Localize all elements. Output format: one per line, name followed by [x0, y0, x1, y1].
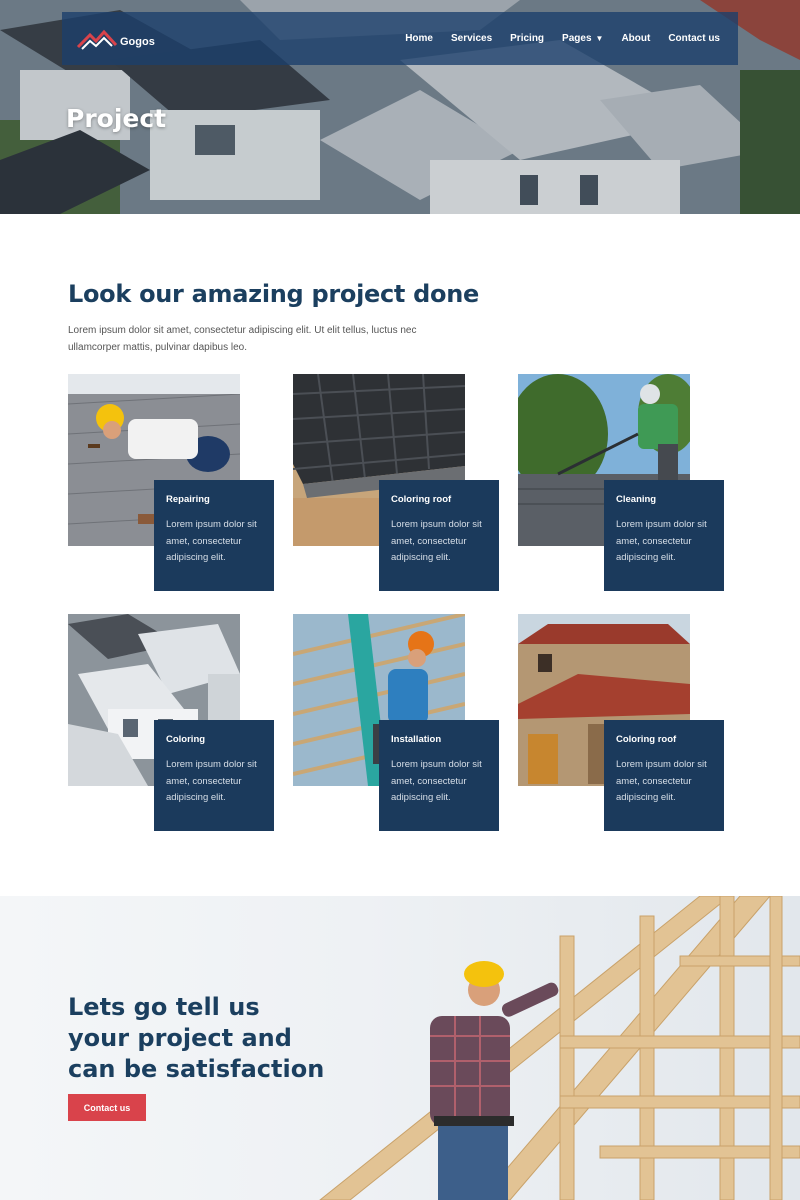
project-title: Repairing	[166, 494, 210, 505]
contact-us-button[interactable]: Contact us	[68, 1094, 146, 1121]
nav-item-pages-label: Pages	[562, 33, 592, 44]
chevron-down-icon: ▼	[595, 34, 604, 43]
projects-heading: Look our amazing project done	[68, 280, 479, 308]
nav-item-services[interactable]: Services	[451, 33, 492, 44]
project-text: Lorem ipsum dolor sit amet, consectetur …	[391, 519, 482, 563]
project-caption: Coloring roof Lorem ipsum dolor sit amet…	[379, 480, 499, 591]
project-caption: Coloring Lorem ipsum dolor sit amet, con…	[154, 720, 274, 831]
nav-item-pages[interactable]: Pages ▼	[562, 33, 603, 44]
project-card[interactable]: Installation Lorem ipsum dolor sit amet,…	[293, 614, 525, 832]
project-title: Cleaning	[616, 494, 657, 505]
project-card[interactable]: Coloring Lorem ipsum dolor sit amet, con…	[68, 614, 300, 832]
project-title: Coloring roof	[616, 734, 677, 745]
nav-item-home[interactable]: Home	[405, 33, 433, 44]
nav-item-about[interactable]: About	[621, 33, 650, 44]
projects-description: Lorem ipsum dolor sit amet, consectetur …	[68, 325, 417, 353]
logo[interactable]: Gogos	[76, 27, 155, 51]
project-title: Installation	[391, 734, 442, 745]
cta-section: Lets go tell us your project and can be …	[0, 896, 800, 1200]
main-navigation: Gogos Home Services Pricing Pages ▼ About…	[62, 12, 738, 65]
project-text: Lorem ipsum dolor sit amet, consectetur …	[391, 759, 482, 803]
roof-logo-icon	[76, 29, 118, 50]
project-card[interactable]: Coloring roof Lorem ipsum dolor sit amet…	[518, 614, 750, 832]
project-text: Lorem ipsum dolor sit amet, consectetur …	[166, 519, 257, 563]
project-text: Lorem ipsum dolor sit amet, consectetur …	[166, 759, 257, 803]
nav-item-contact[interactable]: Contact us	[668, 33, 720, 44]
hero-banner: Gogos Home Services Pricing Pages ▼ About…	[0, 0, 800, 214]
project-text: Lorem ipsum dolor sit amet, consectetur …	[616, 519, 707, 563]
cta-heading: Lets go tell us your project and can be …	[68, 993, 325, 1083]
project-card[interactable]: Repairing Lorem ipsum dolor sit amet, co…	[68, 374, 300, 592]
project-title: Coloring roof	[391, 494, 452, 505]
project-caption: Installation Lorem ipsum dolor sit amet,…	[379, 720, 499, 831]
logo-text: Gogos	[120, 35, 155, 48]
project-caption: Repairing Lorem ipsum dolor sit amet, co…	[154, 480, 274, 591]
nav-menu: Home Services Pricing Pages ▼ About Conta…	[405, 33, 720, 44]
project-title: Coloring	[166, 734, 206, 745]
project-card[interactable]: Cleaning Lorem ipsum dolor sit amet, con…	[518, 374, 750, 592]
project-caption: Cleaning Lorem ipsum dolor sit amet, con…	[604, 480, 724, 591]
project-caption: Coloring roof Lorem ipsum dolor sit amet…	[604, 720, 724, 831]
page-title: Project	[66, 104, 167, 133]
nav-item-pricing[interactable]: Pricing	[510, 33, 544, 44]
project-text: Lorem ipsum dolor sit amet, consectetur …	[616, 759, 707, 803]
project-card[interactable]: Coloring roof Lorem ipsum dolor sit amet…	[293, 374, 525, 592]
